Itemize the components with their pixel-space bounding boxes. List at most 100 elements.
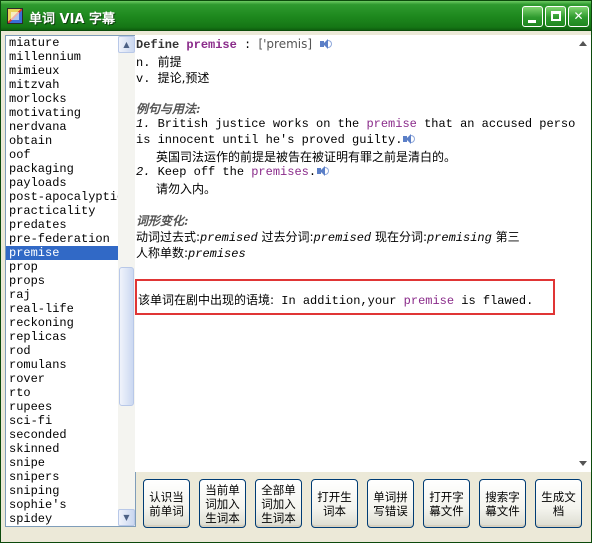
sense-meaning: 提论,预述 [157,71,210,85]
maximize-button[interactable] [545,6,566,27]
word-list-item[interactable]: prop [6,260,118,274]
word-list-item[interactable]: obtain [6,134,118,148]
word-list[interactable]: miature millennium mimieux mitzvah morlocks m… [5,35,136,527]
speaker-icon[interactable] [319,38,333,50]
word-list-item[interactable]: motivating [6,106,118,120]
word-list-item[interactable]: premise [6,246,118,260]
open-vocab-button[interactable]: 打开生词本 [311,479,358,528]
example-2-translation: 请勿入内。 [156,182,217,196]
known-word-button[interactable]: 认识当前单词 [143,479,190,528]
context-line: 该单词在剧中出现的语境: In addition,your premise is… [138,291,533,308]
example-2-line-1: 2. Keep off the premises. [136,165,330,179]
speaker-icon[interactable] [402,133,416,145]
word-list-item[interactable]: nerdvana [6,120,118,134]
example-text-pre: British justice works on the [157,117,367,131]
sense-meaning: 前提 [157,55,182,69]
sense-pos: v. [136,72,151,86]
word-list-scrollbar[interactable]: ▲ ▼ [118,36,135,526]
past-participle-label: 过去分词: [257,230,314,244]
definition-panel[interactable]: Define premise : ['premis] n. 前提 v. 提论,预… [135,35,591,472]
word-list-item[interactable]: post-apocalyptic [6,190,118,204]
chevron-up-icon: ▲ [123,40,130,49]
sense-1: n. 前提 [136,53,182,70]
minimize-button[interactable] [522,6,543,27]
scroll-thumb[interactable] [119,267,134,406]
word-list-item[interactable]: mimieux [6,64,118,78]
word-list-item[interactable]: sophie's [6,498,118,512]
word-list-items: miature millennium mimieux mitzvah morlocks m… [6,36,118,526]
inflections-line-2: 人称单数:premises [136,244,246,261]
word-list-item[interactable]: pre-federation [6,232,118,246]
sense-2: v. 提论,预述 [136,69,209,86]
scroll-up-button[interactable]: ▲ [118,36,135,53]
add-all-to-vocab-button[interactable]: 全部单词加入生词本 [255,479,302,528]
button-label: 生成文档 [541,489,576,518]
chevron-down-icon: ▼ [123,513,130,522]
word-list-item[interactable]: practicality [6,204,118,218]
word-list-item[interactable]: miature [6,36,118,50]
close-icon: ✕ [573,9,584,23]
word-list-item[interactable]: rto [6,386,118,400]
third-person-label-start: 第三 [491,230,520,244]
word-list-item[interactable]: spidey [6,512,118,526]
word-list-item[interactable]: oof [6,148,118,162]
word-list-item[interactable]: millennium [6,50,118,64]
word-list-item[interactable]: rover [6,372,118,386]
word-list-item[interactable]: reckoning [6,316,118,330]
example-keyword: premise [366,117,417,131]
word-list-item[interactable]: raj [6,288,118,302]
past-tense-label: 动词过去式: [136,230,201,244]
define-line: Define premise : ['premis] [136,37,333,52]
present-participle-value: premising [426,231,492,245]
button-label: 打开字幕文件 [429,489,464,518]
chevron-down-icon[interactable] [579,461,587,466]
maximize-icon [551,11,561,21]
present-participle-label: 现在分词: [371,230,427,244]
word-list-item[interactable]: seconded [6,428,118,442]
chevron-up-icon[interactable] [579,41,587,46]
speaker-icon[interactable] [316,165,330,177]
scroll-down-button[interactable]: ▼ [118,509,135,526]
word-list-item[interactable]: props [6,274,118,288]
word-list-item[interactable]: snipe [6,456,118,470]
word-list-item[interactable]: mitzvah [6,78,118,92]
search-subtitle-button[interactable]: 搜索字幕文件 [479,479,526,528]
word-list-item[interactable]: predates [6,218,118,232]
word-list-item[interactable]: morlocks [6,92,118,106]
third-person-label: 人称单数: [136,246,189,260]
word-list-item[interactable]: rupees [6,400,118,414]
context-text-post: is flawed. [454,294,534,308]
context-box: 该单词在剧中出现的语境: In addition,your premise is… [135,279,555,315]
button-label: 全部单词加入生词本 [261,482,296,525]
past-participle-value: premised [313,231,372,245]
context-text-pre: In addition,your [274,294,404,308]
word-list-item[interactable]: skinned [6,442,118,456]
word-list-item[interactable]: payloads [6,176,118,190]
definition-scrollbar[interactable] [575,35,591,472]
word-list-item[interactable]: snipers [6,470,118,484]
spelling-error-button[interactable]: 单词拼写错误 [367,479,414,528]
word-list-item[interactable]: romulans [6,358,118,372]
open-subtitle-button[interactable]: 打开字幕文件 [423,479,470,528]
app-icon[interactable] [7,8,23,24]
word-list-item[interactable]: rod [6,344,118,358]
title-bar[interactable]: 单词 VIA 字幕 ✕ [1,1,591,31]
phonetic-separator: : [236,38,252,52]
word-list-item[interactable]: packaging [6,162,118,176]
example-keyword: premises [251,165,309,179]
inflections-line-1: 动词过去式:premised 过去分词:premised 现在分词:premis… [136,228,520,245]
word-list-item[interactable]: real-life [6,302,118,316]
word-list-item[interactable]: sniping [6,484,118,498]
phonetic: ['premis] [258,37,313,51]
generate-doc-button[interactable]: 生成文档 [535,479,582,528]
example-1-line-2: is innocent until he's proved guilty. [136,133,416,147]
button-label: 单词拼写错误 [373,489,408,518]
example-text-pre: Keep off the [157,165,252,179]
close-button[interactable]: ✕ [568,6,589,27]
example-1-line-1: 1. British justice works on the premise … [136,117,583,131]
word-list-item[interactable]: replicas [6,330,118,344]
word-list-item[interactable]: sci-fi [6,414,118,428]
third-person-value: premises [188,247,246,261]
button-label: 搜索字幕文件 [485,489,520,518]
add-current-to-vocab-button[interactable]: 当前单词加入生词本 [199,479,246,528]
